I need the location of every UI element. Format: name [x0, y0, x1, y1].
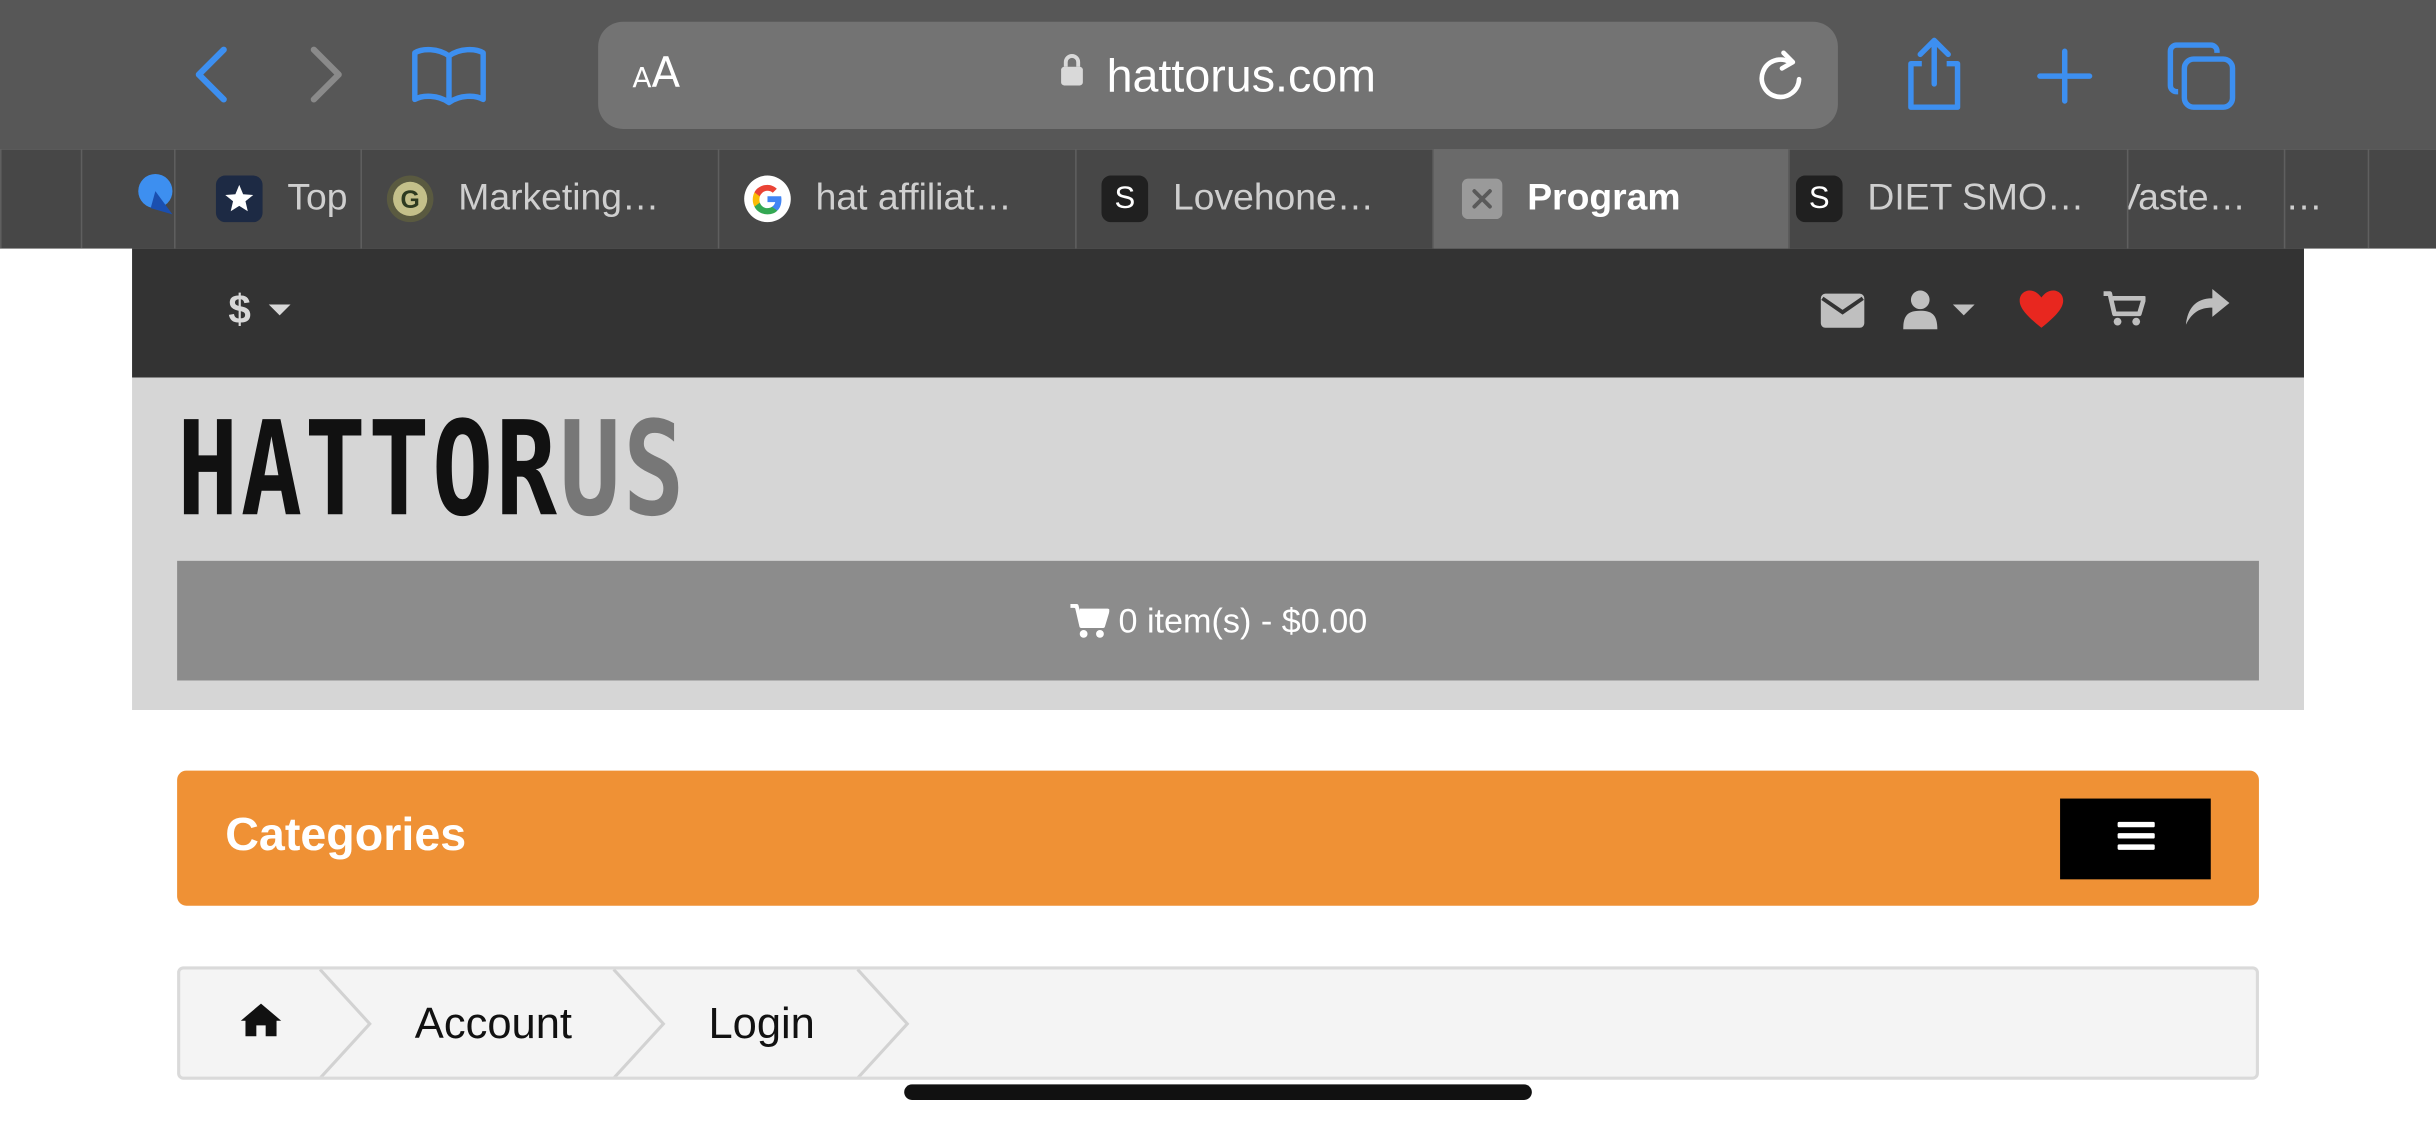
hamburger-icon [2116, 820, 2155, 859]
cart-icon [1069, 602, 1110, 639]
breadcrumb-login[interactable]: Login [708, 969, 814, 1076]
home-indicator[interactable] [904, 1084, 1532, 1100]
svg-text:G: G [400, 187, 419, 214]
google-icon [744, 175, 791, 223]
s-favicon: S [1101, 175, 1149, 223]
forward-icon[interactable] [301, 44, 351, 106]
g-logo-icon: G [386, 175, 434, 223]
share-icon[interactable] [1902, 37, 1967, 112]
tab-edge-right [2367, 149, 2436, 249]
back-icon[interactable] [186, 44, 236, 106]
categories-bar[interactable]: Categories [177, 770, 2259, 906]
categories-title: Categories [225, 809, 467, 861]
tab-strip: Top G Marketing… hat affiliat… S Lovehon… [0, 149, 2436, 249]
site-header: HATTORUS 0 item(s) - $0.00 [132, 377, 2304, 710]
site-top-bar: $ [132, 248, 2304, 378]
star-badge-icon [215, 175, 263, 223]
tab-5-active[interactable]: Program [1432, 149, 1789, 249]
tab-6[interactable]: S DIET SMO… [1788, 149, 2127, 249]
tab-8[interactable]: … [2283, 149, 2368, 249]
reload-icon[interactable] [1756, 48, 1809, 104]
breadcrumb: Account Login [177, 966, 2259, 1080]
breadcrumb-separator [612, 969, 666, 1077]
cart-icon[interactable] [2102, 291, 2147, 336]
tabs-overview-icon[interactable] [2166, 40, 2237, 111]
lock-icon [1060, 47, 1085, 100]
cart-summary-text: 0 item(s) - $0.00 [1118, 600, 1368, 640]
site-logo[interactable]: HATTORUS [177, 404, 687, 535]
cart-summary-button[interactable]: 0 item(s) - $0.00 [177, 560, 2259, 681]
breadcrumb-account[interactable]: Account [415, 969, 572, 1076]
tab-0[interactable] [80, 149, 174, 249]
tab-4[interactable]: S Lovehone… [1075, 149, 1432, 249]
blue-bubble-icon [135, 170, 174, 227]
s-favicon: S [1795, 175, 1843, 223]
home-icon [239, 998, 283, 1048]
new-tab-icon[interactable] [2035, 47, 2094, 106]
tab-2[interactable]: G Marketing… [360, 149, 717, 249]
close-icon[interactable] [1461, 178, 1503, 220]
heart-icon[interactable] [2018, 289, 2065, 337]
tab-edge-left [0, 149, 81, 249]
tab-3[interactable]: hat affiliat… [717, 149, 1075, 249]
mail-icon[interactable] [1819, 292, 1866, 337]
url-display[interactable]: hattorus.com [598, 47, 1838, 104]
breadcrumb-separator [318, 969, 372, 1077]
currency-selector[interactable]: $ [228, 285, 292, 334]
user-menu[interactable] [1903, 289, 1981, 337]
url-text: hattorus.com [1106, 51, 1377, 103]
browser-toolbar: AA hattorus.com [0, 0, 2436, 150]
breadcrumb-separator [856, 969, 910, 1077]
hamburger-menu-button[interactable] [2060, 798, 2211, 880]
currency-symbol: $ [228, 285, 251, 333]
chevron-down-icon [269, 304, 292, 316]
tab-1[interactable]: Top [174, 149, 360, 249]
share-arrow-icon[interactable] [2184, 287, 2231, 335]
tab-7[interactable]: Vaste… [2126, 149, 2284, 249]
address-bar[interactable]: AA hattorus.com [598, 21, 1838, 129]
breadcrumb-home[interactable] [239, 969, 283, 1076]
bookmarks-icon[interactable] [410, 44, 488, 106]
